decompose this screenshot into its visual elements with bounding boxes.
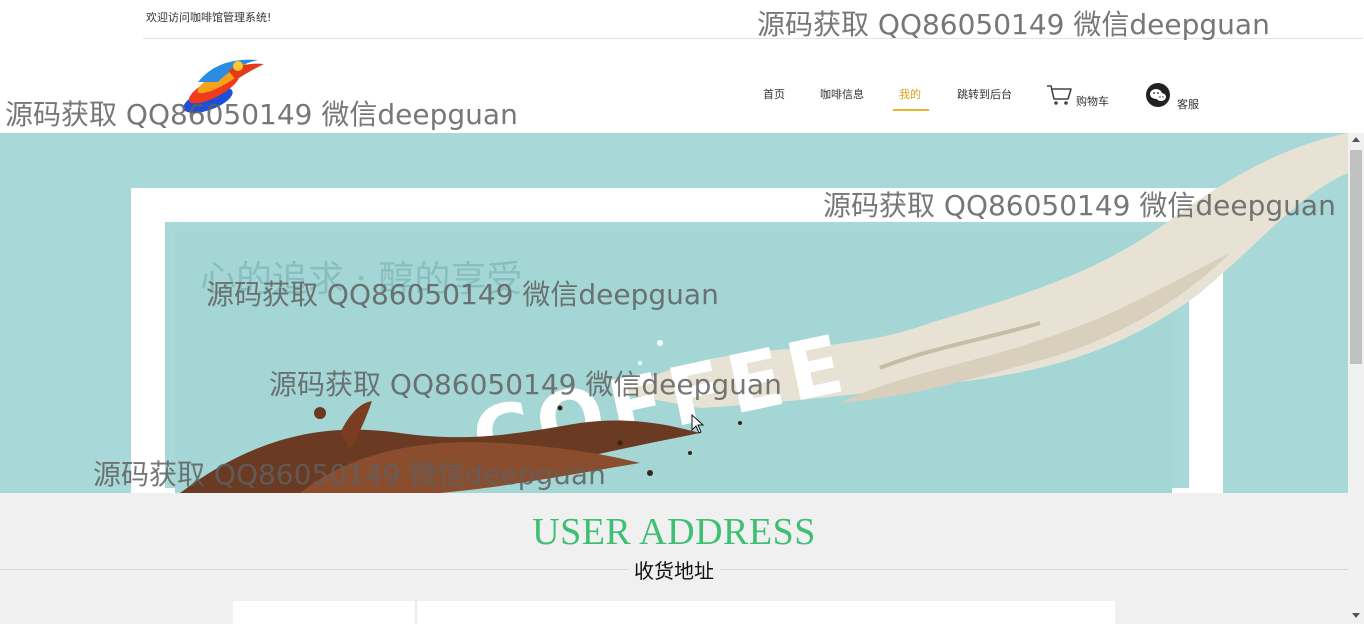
mouse-cursor-icon <box>691 413 705 438</box>
banner-slogan: 心的追求 · 醇的享受 <box>200 259 522 300</box>
welcome-text: 欢迎访问咖啡馆管理系统! <box>146 11 272 24</box>
scroll-thumb[interactable] <box>1350 150 1362 364</box>
cart-button[interactable]: 购物车 <box>1046 84 1109 109</box>
address-card <box>233 601 1115 624</box>
cart-label: 购物车 <box>1076 94 1109 108</box>
logo-icon[interactable] <box>178 52 268 120</box>
nav-mine[interactable]: 我的 <box>893 86 929 111</box>
scroll-up-icon[interactable] <box>1352 137 1360 142</box>
hero-banner: 心的追求 · 醇的享受 COFFEE <box>0 133 1348 493</box>
nav-admin[interactable]: 跳转到后台 <box>957 86 1012 102</box>
section-subtitle-wrap: 收货地址 <box>0 555 1348 584</box>
section-subtitle: 收货地址 <box>628 559 720 583</box>
scroll-down-icon[interactable] <box>1352 613 1360 618</box>
nav-coffee-info[interactable]: 咖啡信息 <box>820 86 864 102</box>
wechat-icon <box>1145 82 1173 112</box>
main-nav: 首页 咖啡信息 我的 跳转到后台 购物车 客服 <box>740 74 1199 114</box>
service-label: 客服 <box>1177 97 1199 111</box>
page-scrollbar[interactable] <box>1348 133 1364 624</box>
address-section: USER ADDRESS 收货地址 <box>0 493 1348 624</box>
address-card-divider <box>415 601 417 624</box>
nav-home[interactable]: 首页 <box>763 86 785 102</box>
watermark-text: 源码获取 QQ86050149 微信deepguan <box>757 8 1270 41</box>
header-divider <box>143 38 1363 39</box>
cart-icon <box>1046 84 1072 109</box>
banner-illustration: 心的追求 · 醇的享受 COFFEE <box>131 133 1348 493</box>
section-title: USER ADDRESS <box>532 511 816 553</box>
service-button[interactable]: 客服 <box>1145 82 1199 112</box>
